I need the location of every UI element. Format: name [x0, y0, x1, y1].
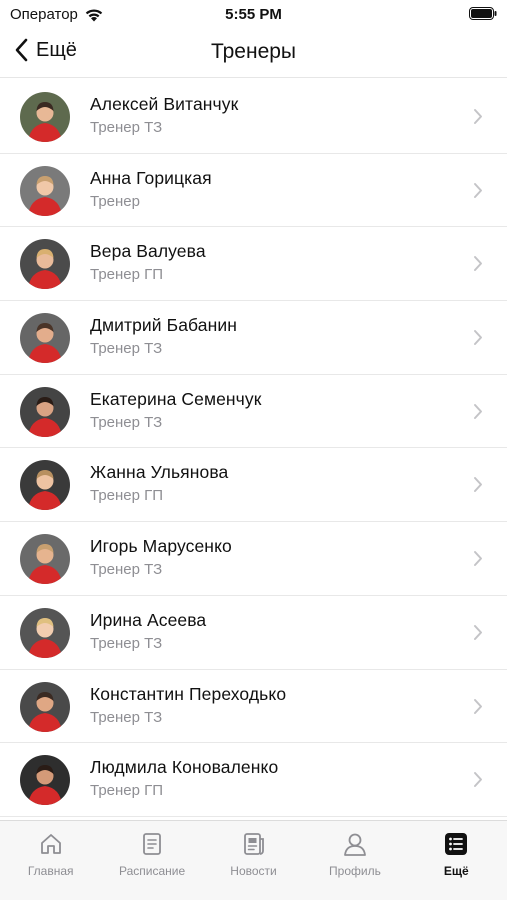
trainer-name: Игорь Марусенко	[90, 536, 232, 557]
trainer-name: Дмитрий Бабанин	[90, 315, 237, 336]
trainer-name: Жанна Ульянова	[90, 462, 229, 483]
trainer-role: Тренер ТЗ	[90, 340, 163, 358]
tab-profile[interactable]: Профиль	[304, 821, 405, 900]
trainer-avatar	[20, 313, 70, 364]
trainer-name: Екатерина Семенчук	[90, 388, 262, 409]
trainer-row[interactable]: Екатерина Семенчук Тренер ТЗ	[0, 375, 507, 449]
battery-icon	[469, 7, 497, 20]
trainer-avatar	[20, 534, 70, 585]
chevron-right-icon	[474, 330, 482, 346]
tab-label: Расписание	[119, 864, 186, 878]
trainer-list: Алексей Витанчук Тренер ТЗ Анна Горицкая Тр…	[0, 80, 507, 820]
trainer-row[interactable]: Ирина Асеева Тренер ТЗ	[0, 596, 507, 670]
trainer-name: Ирина Асеева	[90, 609, 207, 630]
status-bar: Оператор 5:55 PM	[0, 0, 507, 28]
trainer-avatar	[20, 386, 70, 437]
trainer-avatar	[20, 460, 70, 511]
tab-schedule[interactable]: Расписание	[101, 821, 202, 900]
trainer-role: Тренер ГП	[90, 266, 164, 284]
trainer-row[interactable]: Дмитрий Бабанин Тренер ТЗ	[0, 301, 507, 375]
trainer-row[interactable]: Людмила Коноваленко Тренер ГП	[0, 743, 507, 817]
trainer-row[interactable]: Жанна Ульянова Тренер ГП	[0, 448, 507, 523]
more-icon	[445, 833, 468, 855]
trainer-name: Константин Переходько	[90, 683, 287, 704]
trainer-row[interactable]: Константин Переходько Тренер ТЗ	[0, 670, 507, 744]
trainer-role: Тренер ТЗ	[90, 561, 163, 579]
trainer-role: Тренер ТЗ	[90, 634, 163, 652]
trainer-role: Тренер ТЗ	[90, 119, 163, 136]
page-title: Тренеры	[210, 40, 297, 63]
trainer-role: Тренер ГП	[90, 487, 164, 505]
trainer-row[interactable]: Игорь Марусенко Тренер ТЗ	[0, 522, 507, 596]
trainer-avatar	[20, 92, 70, 142]
trainer-name: Вера Валуева	[90, 241, 206, 262]
tab-label: Профиль	[329, 864, 381, 878]
trainer-role: Тренер	[90, 192, 140, 210]
trainer-avatar	[20, 165, 70, 216]
trainer-role: Тренер ГП	[90, 782, 164, 800]
chevron-right-icon	[474, 256, 482, 272]
navigation-bar: Ещё Тренеры	[0, 28, 507, 78]
trainer-role: Тренер ТЗ	[90, 708, 163, 726]
chevron-right-icon	[474, 551, 482, 567]
tab-label: Главная	[27, 864, 74, 878]
tab-label: Ещё	[443, 864, 469, 878]
chevron-right-icon	[474, 698, 482, 714]
tab-more[interactable]: Ещё	[406, 821, 507, 900]
schedule-icon	[143, 833, 162, 855]
tab-bar: Главная Расписание Новости Профиль Ещё	[0, 820, 507, 900]
trainer-name: Анна Горицкая	[90, 167, 212, 188]
trainer-row[interactable]: Анна Горицкая Тренер	[0, 154, 507, 228]
trainer-avatar	[20, 607, 70, 658]
home-icon	[40, 834, 61, 854]
trainer-avatar	[20, 239, 70, 290]
chevron-right-icon	[474, 403, 482, 419]
chevron-right-icon	[474, 624, 482, 640]
chevron-right-icon	[474, 477, 482, 493]
trainer-row[interactable]: Вера Валуева Тренер ГП	[0, 227, 507, 302]
news-icon	[243, 833, 264, 855]
trainer-avatar	[20, 681, 70, 732]
chevron-right-icon	[474, 182, 482, 198]
tab-label: Новости	[230, 864, 277, 878]
tab-home[interactable]: Главная	[0, 821, 101, 900]
clock: 5:55 PM	[225, 6, 282, 23]
chevron-right-icon	[474, 772, 482, 788]
trainer-role: Тренер ТЗ	[90, 413, 163, 431]
trainer-name: Алексей Витанчук	[90, 94, 239, 114]
tab-news[interactable]: Новости	[203, 821, 304, 900]
trainer-avatar	[20, 755, 70, 806]
profile-icon	[344, 833, 366, 856]
chevron-right-icon	[474, 109, 482, 124]
trainer-row[interactable]: Алексей Витанчук Тренер ТЗ	[0, 80, 507, 154]
trainer-name: Людмила Коноваленко	[90, 757, 279, 778]
